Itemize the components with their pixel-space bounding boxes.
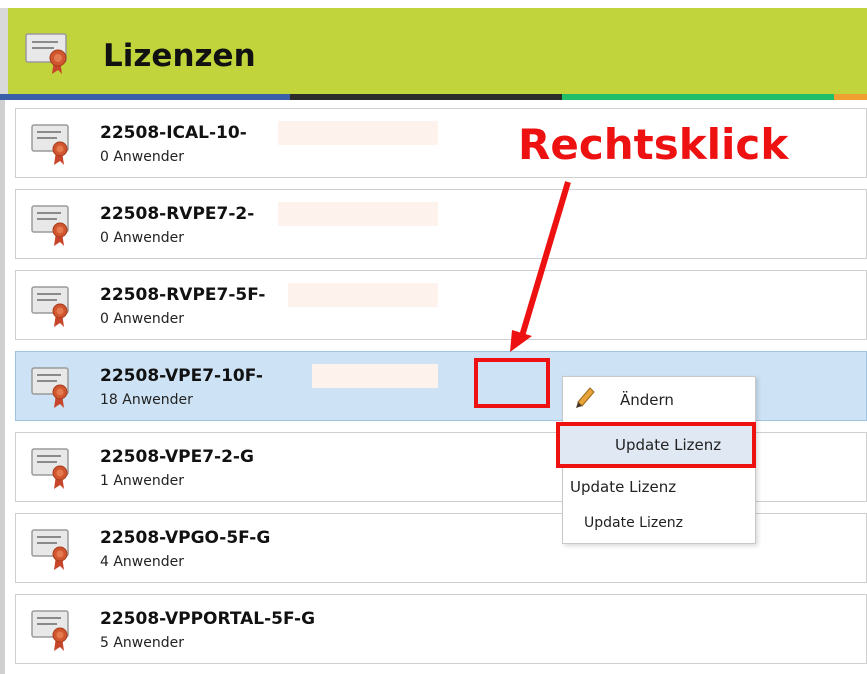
annotation-highlight-box xyxy=(556,422,756,468)
license-user-count: 1 Anwender xyxy=(100,473,184,489)
header-left-rule xyxy=(0,8,8,94)
accent-stripe xyxy=(562,94,834,100)
license-user-count: 5 Anwender xyxy=(100,635,184,651)
license-row[interactable]: 22508-VPPORTAL-5F-G 5 Anwender xyxy=(15,594,867,664)
license-certificate-icon xyxy=(31,205,69,246)
header-accent-stripes xyxy=(0,94,867,100)
license-certificate-icon xyxy=(31,610,69,651)
redacted-area xyxy=(288,283,438,307)
pencil-icon xyxy=(574,386,596,410)
license-user-count: 0 Anwender xyxy=(100,311,184,327)
menu-item-edit[interactable]: Ändern xyxy=(620,391,674,409)
annotation-highlight-box xyxy=(474,358,550,408)
license-row[interactable]: 22508-RVPE7-5F- 0 Anwender xyxy=(15,270,867,340)
license-name: 22508-RVPE7-5F- xyxy=(100,285,266,305)
page-header: Lizenzen xyxy=(0,8,867,94)
license-user-count: 0 Anwender xyxy=(100,230,184,246)
license-name: 22508-VPE7-10F- xyxy=(100,366,263,386)
page-title: Lizenzen xyxy=(103,38,256,74)
license-name: 22508-RVPE7-2- xyxy=(100,204,255,224)
license-name: 22508-VPE7-2-G xyxy=(100,447,254,467)
redacted-area xyxy=(312,364,438,388)
license-certificate-icon xyxy=(31,124,69,165)
license-user-count: 18 Anwender xyxy=(100,392,193,408)
menu-item-update-license[interactable]: Update Lizenz xyxy=(584,515,683,531)
license-name: 22508-ICAL-10- xyxy=(100,123,247,143)
license-certificate-icon xyxy=(31,367,69,408)
annotation-label: Rechtsklick xyxy=(518,120,789,169)
license-certificate-icon xyxy=(31,448,69,489)
accent-stripe xyxy=(834,94,867,100)
license-certificate-icon xyxy=(31,286,69,327)
list-left-edge xyxy=(0,100,5,674)
license-user-count: 4 Anwender xyxy=(100,554,184,570)
license-certificate-icon xyxy=(25,33,67,74)
accent-stripe xyxy=(0,94,290,100)
redacted-area xyxy=(278,121,438,145)
license-certificate-icon xyxy=(31,529,69,570)
license-name: 22508-VPPORTAL-5F-G xyxy=(100,609,316,629)
license-name: 22508-VPGO-5F-G xyxy=(100,528,271,548)
accent-stripe xyxy=(290,94,562,100)
redacted-area xyxy=(278,202,438,226)
license-user-count: 0 Anwender xyxy=(100,149,184,165)
license-row[interactable]: 22508-RVPE7-2- 0 Anwender xyxy=(15,189,867,259)
menu-item-update-license[interactable]: Update Lizenz xyxy=(570,478,676,496)
